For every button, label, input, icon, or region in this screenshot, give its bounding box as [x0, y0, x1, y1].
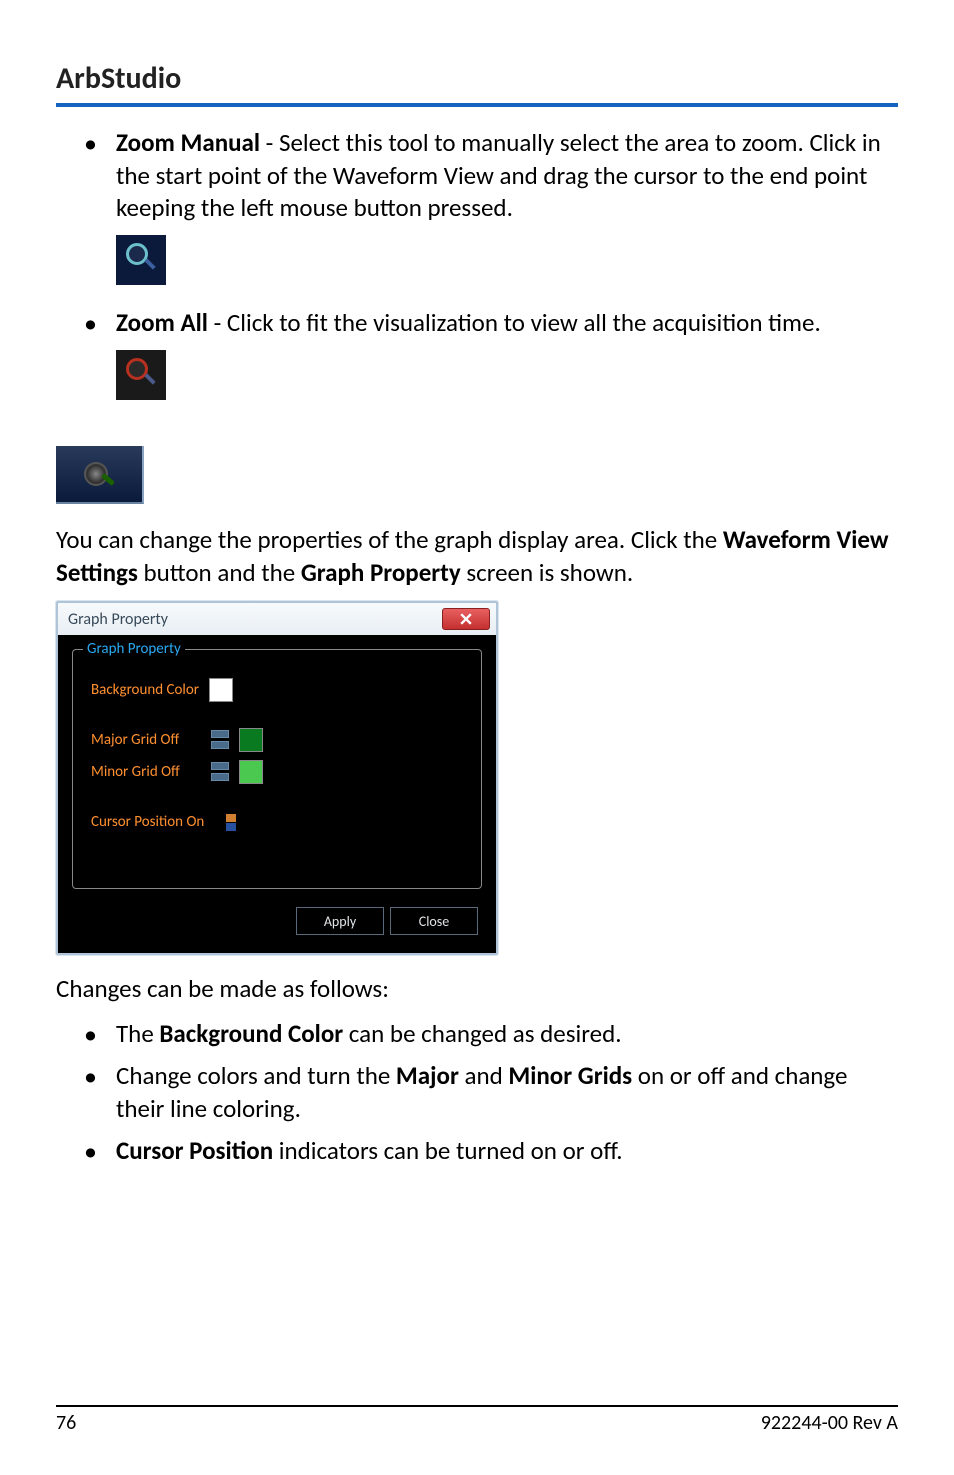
major-grid-label: Major Grid Off: [91, 731, 191, 749]
waveform-view-settings-icon: [56, 446, 144, 504]
minor-grid-toggle[interactable]: [211, 762, 229, 782]
zoom-manual-label: Zoom Manual: [116, 127, 260, 158]
page-title: ArbStudio: [56, 60, 898, 97]
dialog-title: Graph Property: [68, 610, 442, 629]
graph-property-dialog: Graph Property Graph Property Background…: [56, 601, 498, 955]
zoom-all-desc: - Click to fit the visualization to view…: [208, 307, 821, 338]
dialog-close-button[interactable]: [442, 608, 490, 630]
page-number: 76: [56, 1411, 76, 1435]
footer-rule: [56, 1405, 898, 1407]
graph-property-fieldset: Graph Property Background Color Major Gr…: [72, 649, 482, 889]
major-grid-color-swatch[interactable]: [239, 728, 263, 752]
cursor-position-label: Cursor Position On: [91, 813, 204, 831]
list-item: Cursor Position indicators can be turned…: [56, 1135, 898, 1168]
changes-intro: Changes can be made as follows:: [56, 973, 898, 1006]
fieldset-legend: Graph Property: [83, 640, 185, 658]
revision-label: 922244-00 Rev A: [761, 1411, 898, 1435]
minor-grid-label: Minor Grid Off: [91, 763, 191, 781]
dialog-titlebar: Graph Property: [58, 603, 496, 635]
zoom-all-icon: [116, 350, 166, 400]
zoom-all-label: Zoom All: [116, 307, 208, 338]
list-item: Zoom All - Click to fit the visualizatio…: [56, 307, 898, 408]
cursor-position-toggle[interactable]: [224, 812, 240, 832]
apply-button[interactable]: Apply: [296, 907, 384, 935]
close-button[interactable]: Close: [390, 907, 478, 935]
graph-property-paragraph: You can change the properties of the gra…: [56, 524, 898, 589]
list-item: The Background Color can be changed as d…: [56, 1018, 898, 1051]
list-item: Change colors and turn the Major and Min…: [56, 1060, 898, 1125]
background-color-label: Background Color: [91, 681, 199, 699]
zoom-manual-icon: [116, 235, 166, 285]
major-grid-toggle[interactable]: [211, 730, 229, 750]
list-item: Zoom Manual - Select this tool to manual…: [56, 127, 898, 293]
background-color-swatch[interactable]: [209, 678, 233, 702]
header-rule: [56, 103, 898, 107]
close-icon: [460, 613, 472, 625]
minor-grid-color-swatch[interactable]: [239, 760, 263, 784]
